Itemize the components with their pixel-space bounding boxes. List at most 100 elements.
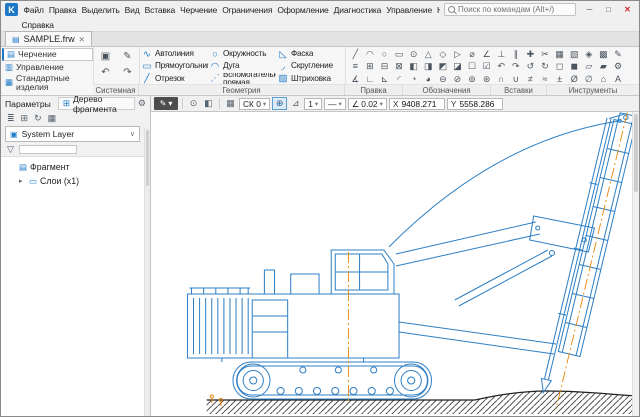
angle-snap-field[interactable]: ∠ 0.02 ▾: [348, 98, 387, 110]
ribbon-tool-icon[interactable]: ⚙: [611, 60, 626, 72]
ribbon-tool-icon[interactable]: ⊥: [494, 48, 509, 60]
ribbon-mode-tab[interactable]: ▤Черчение: [2, 48, 93, 61]
ribbon-tool-icon[interactable]: ◼: [567, 60, 582, 72]
close-button[interactable]: ✕: [618, 2, 637, 17]
filter-icon[interactable]: ▽: [7, 144, 14, 155]
ribbon-tool-icon[interactable]: ◇: [436, 48, 451, 60]
scrollbar-thumb[interactable]: [146, 130, 149, 186]
ribbon-tool-icon[interactable]: ▧: [567, 48, 582, 60]
ribbon-tool-icon[interactable]: ▦: [552, 48, 567, 60]
ribbon-tool-icon[interactable]: ◻: [552, 60, 567, 72]
ribbon-tool-icon[interactable]: ↺: [523, 60, 538, 72]
ribbon-tool-icon[interactable]: ↶: [494, 60, 509, 72]
ribbon-tool-icon[interactable]: △: [421, 48, 436, 60]
search-input[interactable]: [455, 5, 572, 14]
menu-item[interactable]: Диагностика: [331, 3, 384, 17]
tree-item[interactable]: ▤Фрагмент: [1, 160, 144, 174]
panel-scrollbar[interactable]: [144, 128, 150, 416]
document-tab[interactable]: ▤ SAMPLE.frw ✕: [5, 31, 92, 46]
ribbon-tool-icon[interactable]: ▷: [450, 48, 465, 60]
ribbon-tool-icon[interactable]: ⌀: [465, 48, 480, 60]
geometry-tool-button[interactable]: ∿Автолиния: [140, 48, 208, 60]
geometry-tool-button[interactable]: ○Окружность: [208, 48, 276, 60]
geometry-tool-button[interactable]: ◞Скругление: [276, 60, 344, 72]
menu-item[interactable]: Управление: [384, 3, 435, 17]
line-style-select[interactable]: 1 ▾: [304, 98, 322, 110]
menu-item[interactable]: Правка: [46, 3, 79, 17]
menu-item[interactable]: Ограничения: [220, 3, 275, 17]
halfplane-tool-icon[interactable]: ◧: [202, 98, 215, 109]
crawler-track[interactable]: [233, 362, 431, 399]
ribbon-tool-icon[interactable]: ∠: [479, 48, 494, 60]
grid-toggle-icon[interactable]: ▦: [224, 98, 237, 109]
circle-tool-icon[interactable]: ⊙: [187, 98, 200, 109]
panel-toolbar-icon[interactable]: ↻: [34, 113, 42, 124]
gear-icon[interactable]: ⚙: [138, 98, 146, 109]
ribbon-tool-icon[interactable]: ◠: [363, 48, 378, 60]
canvas-scrollbar[interactable]: [632, 112, 639, 416]
ribbon-tool-icon[interactable]: ╱: [348, 48, 363, 60]
panel-toolbar-icon[interactable]: ⊞: [21, 113, 29, 124]
ribbon-tool-icon[interactable]: ✎: [611, 48, 626, 60]
layer-selector[interactable]: ▣ System Layer ∨: [5, 126, 140, 142]
system-tool-icon[interactable]: ↶: [95, 65, 116, 80]
ribbon-tool-icon[interactable]: ▩: [596, 48, 611, 60]
snap-toggle[interactable]: ⊕: [272, 97, 287, 110]
ribbon-tool-icon[interactable]: ☐: [465, 60, 480, 72]
tab-close-icon[interactable]: ✕: [79, 35, 85, 44]
menu-item[interactable]: Оформление: [275, 3, 331, 17]
menu-item[interactable]: Вставка: [142, 3, 178, 17]
panel-toolbar-icon[interactable]: ≣: [7, 113, 15, 124]
ribbon-tool-icon[interactable]: ✚: [523, 48, 538, 60]
ribbon-tool-icon[interactable]: ⊠: [392, 60, 407, 72]
geometry-tool-button[interactable]: ◺Фаска: [276, 48, 344, 60]
ribbon-tool-icon[interactable]: ▰: [596, 60, 611, 72]
ribbon-tool-icon[interactable]: ◩: [436, 60, 451, 72]
expander-icon[interactable]: ▸: [19, 177, 26, 185]
fragment-tree-tab[interactable]: ⊞ Дерево фрагмента: [58, 97, 135, 110]
ground-hatch[interactable]: [207, 391, 639, 414]
y-coordinate-field[interactable]: Y 5558.286: [447, 98, 503, 110]
geometry-tool-button[interactable]: ▭Прямоугольник: [140, 60, 208, 72]
panel-toolbar-icon[interactable]: ▦: [48, 113, 57, 124]
ribbon-mode-tab[interactable]: ▦Стандартные изделия: [2, 74, 93, 92]
ribbon-tool-icon[interactable]: ≡: [348, 60, 363, 72]
ribbon-tool-icon[interactable]: ∥: [509, 48, 524, 60]
system-tool-icon[interactable]: ▣: [95, 49, 116, 64]
ribbon-tool-icon[interactable]: ☑: [479, 60, 494, 72]
command-search[interactable]: [444, 3, 576, 16]
menu-item[interactable]: Вид: [122, 3, 142, 17]
ribbon-tool-icon[interactable]: ↻: [538, 60, 553, 72]
scrollbar-thumb[interactable]: [634, 114, 638, 192]
ribbon-tool-icon[interactable]: ✂: [538, 48, 553, 60]
system-tool-icon[interactable]: ✎: [117, 49, 138, 64]
menu-item[interactable]: Выделить: [79, 3, 122, 17]
ribbon-tool-icon[interactable]: ◨: [421, 60, 436, 72]
boom-linkage[interactable]: [396, 216, 594, 354]
ribbon-tool-icon[interactable]: ↷: [509, 60, 524, 72]
menu-item[interactable]: Справка: [19, 18, 56, 32]
geometry-tool-button[interactable]: ◠Дуга: [208, 60, 276, 72]
machine-body[interactable]: [187, 270, 399, 362]
menu-item[interactable]: Черчение: [178, 3, 220, 17]
drawing-canvas[interactable]: [151, 112, 639, 416]
system-tool-icon[interactable]: ↷: [117, 65, 138, 80]
ribbon-tool-icon[interactable]: ▭: [392, 48, 407, 60]
filter-input[interactable]: [19, 145, 77, 154]
ribbon-tool-icon[interactable]: ○: [377, 48, 392, 60]
parameters-panel-tab[interactable]: Параметры: [5, 99, 51, 109]
menu-item[interactable]: Настройка: [435, 3, 440, 17]
ribbon-tool-icon[interactable]: ⊟: [377, 60, 392, 72]
menu-item[interactable]: Файл: [21, 3, 46, 17]
coordinate-system-select[interactable]: СК 0 ▾: [239, 98, 270, 110]
ribbon-tool-icon[interactable]: ⊞: [363, 60, 378, 72]
ribbon-tool-icon[interactable]: ◪: [450, 60, 465, 72]
active-tool-button[interactable]: ✎ ▾: [154, 97, 178, 110]
minimize-button[interactable]: ─: [580, 2, 599, 17]
ribbon-tool-icon[interactable]: ▱: [582, 60, 597, 72]
ribbon-tool-icon[interactable]: ◈: [582, 48, 597, 60]
operator-cab[interactable]: [331, 250, 394, 294]
tree-item[interactable]: ▸▭Слои (x1): [1, 174, 144, 188]
ribbon-tool-icon[interactable]: ⊙: [406, 48, 421, 60]
ribbon-tool-icon[interactable]: ◧: [406, 60, 421, 72]
